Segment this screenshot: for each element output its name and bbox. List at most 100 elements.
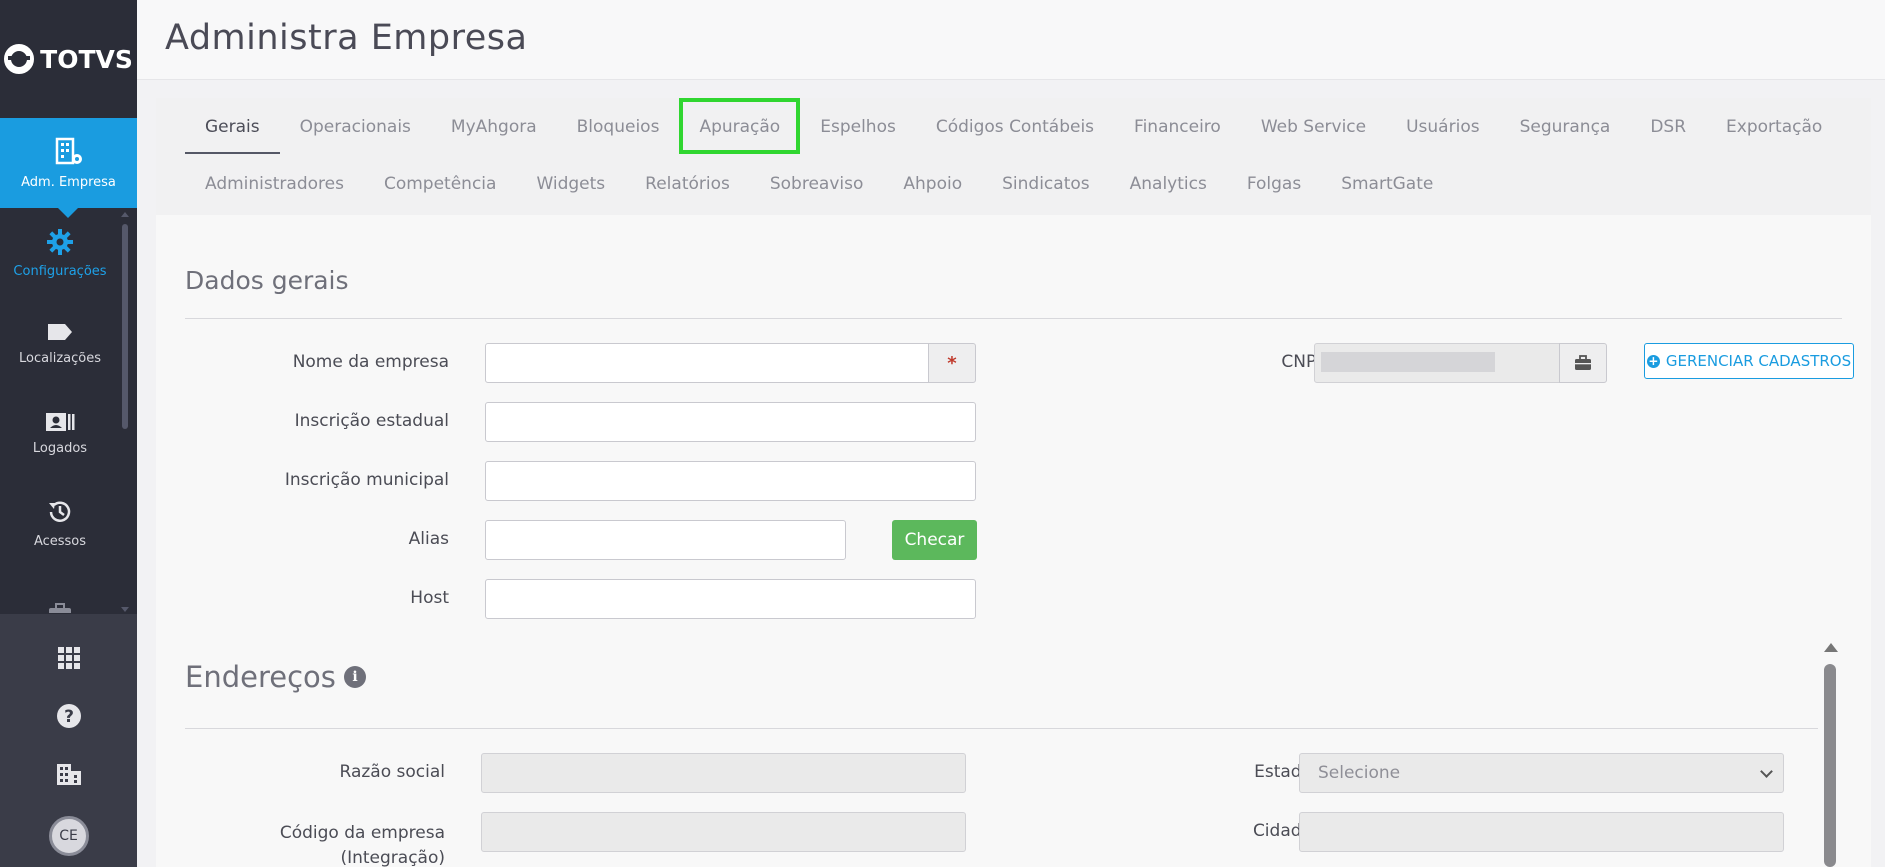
tab-seguranca[interactable]: Segurança: [1500, 98, 1631, 154]
sidebar-item-localizacoes[interactable]: Localizações: [0, 298, 120, 388]
company-button[interactable]: [53, 758, 85, 790]
scroll-up-arrow-icon[interactable]: [1824, 643, 1838, 652]
required-addon: *: [928, 343, 976, 383]
tab-competencia[interactable]: Competência: [364, 155, 516, 211]
scrollbar-thumb[interactable]: [1824, 664, 1836, 867]
razao-social-label: Razão social: [339, 762, 445, 782]
section-divider: [185, 318, 1842, 319]
inscricao-estadual-label: Inscrição estadual: [294, 411, 449, 431]
sidebar-item-acessos[interactable]: Acessos: [0, 478, 120, 568]
tab-usuarios[interactable]: Usuários: [1386, 98, 1499, 154]
tab-folgas[interactable]: Folgas: [1227, 155, 1321, 211]
estado-select-value: Selecione: [1318, 763, 1401, 783]
codigo-empresa-label: Código da empresa (Integração): [196, 821, 445, 867]
tab-apuracao[interactable]: Apuração: [679, 98, 801, 154]
id-card-icon: [46, 412, 75, 431]
nome-empresa-label: Nome da empresa: [292, 352, 449, 372]
cnpj-label: CNPJ:: [1281, 352, 1327, 372]
cnpj-value-redacted: [1321, 352, 1495, 372]
tab-codigos-contabeis[interactable]: Códigos Contábeis: [916, 98, 1114, 154]
tab-analytics[interactable]: Analytics: [1110, 155, 1227, 211]
sidebar-scrollbar[interactable]: [121, 212, 129, 612]
tab-row-2: Administradores Competência Widgets Rela…: [185, 155, 1453, 211]
tab-espelhos[interactable]: Espelhos: [800, 98, 916, 154]
codigo-empresa-label-line2: (Integração): [340, 848, 445, 867]
apps-grid-icon: [57, 647, 80, 669]
cnpj-input: [1314, 343, 1560, 383]
help-icon: ?: [56, 704, 81, 728]
building-icon: [56, 764, 81, 785]
sidebar-item-label: Adm. Empresa: [21, 174, 116, 190]
inscricao-municipal-label: Inscrição municipal: [284, 470, 449, 490]
inscricao-estadual-input[interactable]: [485, 402, 976, 442]
razao-social-input: [481, 753, 966, 793]
estado-select[interactable]: Selecione: [1299, 753, 1784, 793]
required-asterisk-icon: *: [947, 352, 957, 374]
tabs: Gerais Operacionais MyAhgora Bloqueios A…: [156, 98, 1871, 215]
help-button[interactable]: ?: [53, 700, 85, 732]
cidade-label: Cidade: [1252, 821, 1312, 841]
tab-sobreaviso[interactable]: Sobreaviso: [750, 155, 884, 211]
scroll-up-arrow-icon[interactable]: [121, 212, 129, 217]
chevron-down-icon: [1760, 765, 1773, 778]
gear-icon: [47, 228, 73, 255]
scroll-down-arrow-icon[interactable]: [121, 607, 129, 612]
tab-ahpoio[interactable]: Ahpoio: [883, 155, 982, 211]
host-label: Host: [410, 588, 449, 608]
tab-operacionais[interactable]: Operacionais: [280, 98, 431, 154]
main-card: Gerais Operacionais MyAhgora Bloqueios A…: [156, 98, 1871, 867]
svg-text:?: ?: [64, 707, 74, 727]
page-header: Administra Empresa: [137, 0, 1885, 80]
briefcase-icon: [1575, 355, 1591, 370]
sidebar-item-label: Acessos: [33, 533, 87, 549]
sidebar-item-adm-empresa[interactable]: Adm. Empresa: [0, 118, 137, 218]
alias-input[interactable]: [485, 520, 846, 560]
history-icon: [49, 500, 71, 522]
tab-myahgora[interactable]: MyAhgora: [431, 98, 557, 154]
sidebar-item-logados[interactable]: Logados: [0, 388, 120, 478]
sidebar-item-label: Localizações: [19, 350, 101, 366]
checar-button[interactable]: Checar: [892, 520, 977, 560]
avatar[interactable]: CE: [48, 816, 89, 856]
totvs-logo[interactable]: TOTVS: [0, 0, 137, 118]
sidebar-item-configuracoes[interactable]: Configurações: [0, 208, 120, 298]
codigo-empresa-input: [481, 812, 966, 852]
tab-smartgate[interactable]: SmartGate: [1321, 155, 1453, 211]
sidebar-bottom: ? CE: [0, 614, 137, 867]
inscricao-municipal-input[interactable]: [485, 461, 976, 501]
nome-empresa-input[interactable]: [485, 343, 929, 383]
tab-sindicatos[interactable]: Sindicatos: [982, 155, 1110, 211]
estado-label: Estado: [1254, 762, 1312, 782]
tab-web-service[interactable]: Web Service: [1241, 98, 1386, 154]
alias-label: Alias: [408, 529, 449, 549]
tab-financeiro[interactable]: Financeiro: [1114, 98, 1241, 154]
codigo-empresa-label-line1: Código da empresa: [279, 823, 445, 843]
info-icon[interactable]: i: [344, 666, 366, 688]
totvs-logo-icon: [4, 44, 35, 74]
sidebar-item-briefcase[interactable]: [0, 568, 120, 613]
sidebar: TOTVS Adm. Empresa Configurações Localiz…: [0, 0, 137, 867]
tab-exportacao[interactable]: Exportação: [1706, 98, 1842, 154]
tab-gerais[interactable]: Gerais: [185, 98, 280, 154]
tab-widgets[interactable]: Widgets: [516, 155, 625, 211]
company-settings-icon: [55, 137, 82, 164]
cidade-input: [1299, 812, 1784, 852]
cnpj-addon-button[interactable]: [1559, 343, 1607, 383]
tab-relatorios[interactable]: Relatórios: [625, 155, 750, 211]
section-title-dados-gerais: Dados gerais: [185, 266, 349, 295]
tab-bloqueios[interactable]: Bloqueios: [557, 98, 680, 154]
tab-administradores[interactable]: Administradores: [185, 155, 364, 211]
content-scrollbar[interactable]: [1823, 640, 1838, 867]
gerenciar-cadastros-label: GERENCIAR CADASTROS: [1665, 352, 1852, 370]
tag-icon: [48, 323, 72, 340]
sidebar-item-label: Configurações: [13, 263, 107, 279]
section-divider: [185, 728, 1818, 729]
briefcase-icon: [49, 603, 71, 613]
section-title-enderecos: Endereços: [185, 660, 336, 694]
gerenciar-cadastros-button[interactable]: + GERENCIAR CADASTROS: [1644, 343, 1854, 379]
scrollbar-thumb[interactable]: [122, 224, 128, 429]
tab-dsr[interactable]: DSR: [1630, 98, 1706, 154]
apps-grid-button[interactable]: [53, 642, 85, 674]
logo-text: TOTVS: [40, 44, 133, 74]
host-input[interactable]: [485, 579, 976, 619]
